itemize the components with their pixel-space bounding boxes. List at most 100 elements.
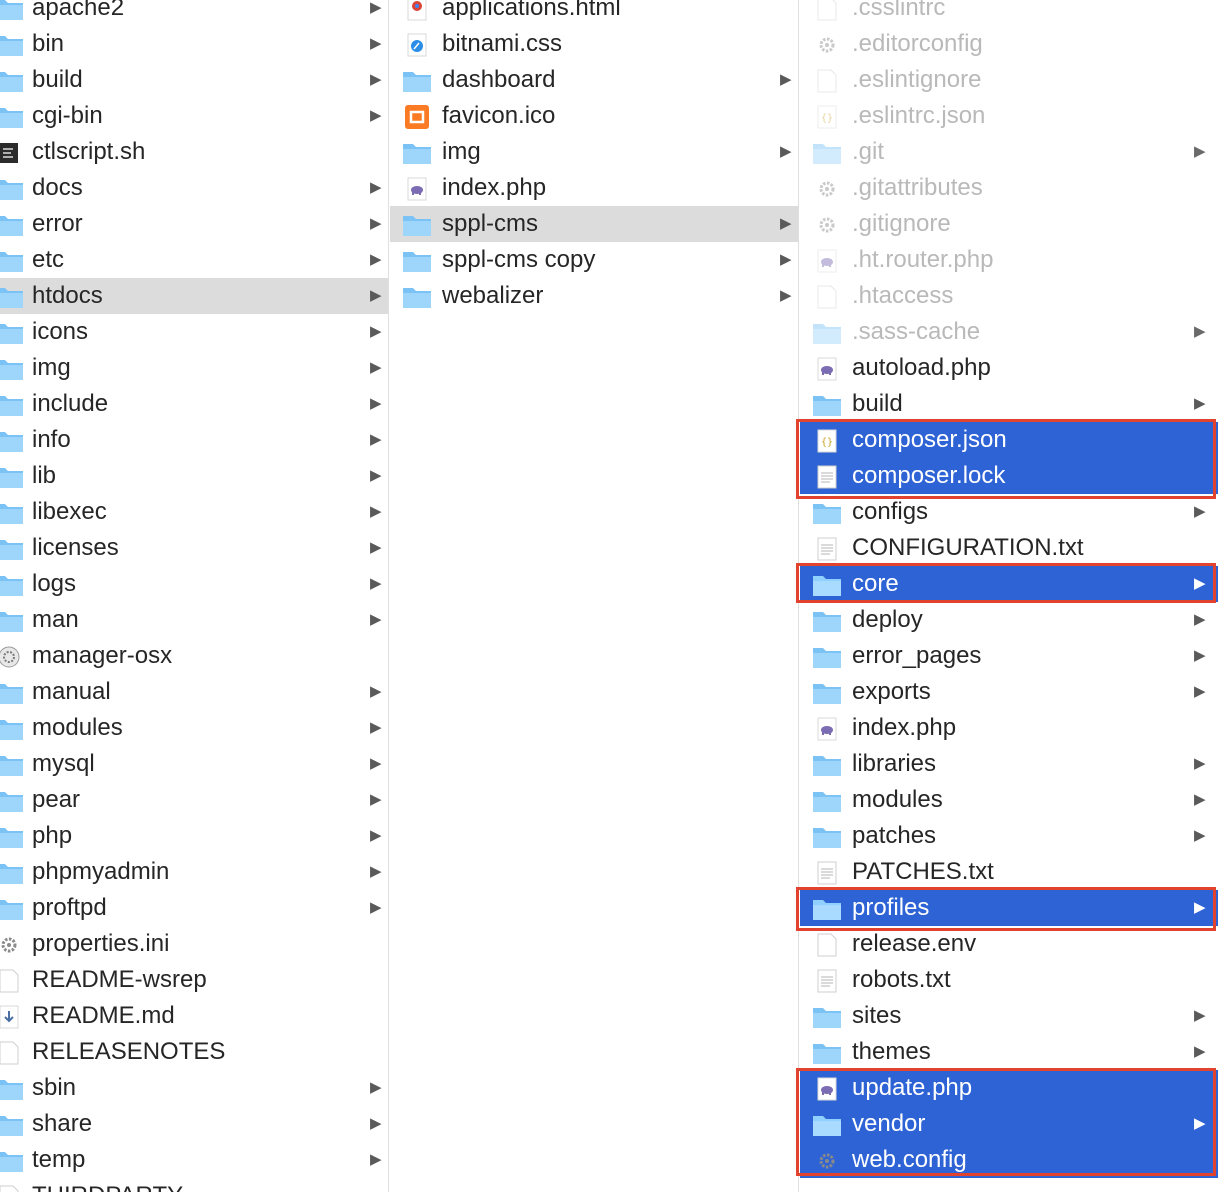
document-icon (0, 1040, 24, 1065)
file-row[interactable]: .gitattributes (800, 170, 1218, 206)
file-row[interactable]: .csslintrc (800, 0, 1218, 26)
file-row[interactable]: deploy ▶ (800, 602, 1218, 638)
column-2: applications.html bitnami.css dashboard ▶ fa… (390, 0, 798, 1192)
file-row[interactable]: include ▶ (0, 386, 388, 422)
file-row[interactable]: apache2 ▶ (0, 0, 388, 26)
file-row[interactable]: core ▶ (800, 566, 1218, 602)
file-row[interactable]: phpmyadmin ▶ (0, 854, 388, 890)
file-row[interactable]: composer.lock (800, 458, 1218, 494)
file-row[interactable]: php ▶ (0, 818, 388, 854)
file-row[interactable]: build ▶ (0, 62, 388, 98)
file-row[interactable]: update.php (800, 1070, 1218, 1106)
file-row[interactable]: release.env (800, 926, 1218, 962)
file-name: sppl-cms copy (442, 246, 596, 273)
file-name: robots.txt (852, 966, 951, 993)
file-row[interactable]: bin ▶ (0, 26, 388, 62)
file-row[interactable]: patches ▶ (800, 818, 1218, 854)
file-row[interactable]: lib ▶ (0, 458, 388, 494)
file-row[interactable]: autoload.php (800, 350, 1218, 386)
file-row[interactable]: mysql ▶ (0, 746, 388, 782)
file-row[interactable]: profiles ▶ (800, 890, 1218, 926)
disclosure-arrow-icon: ▶ (370, 107, 382, 124)
file-row[interactable]: proftpd ▶ (0, 890, 388, 926)
file-row[interactable]: docs ▶ (0, 170, 388, 206)
file-name: bitnami.css (442, 30, 563, 57)
file-row[interactable]: error ▶ (0, 206, 388, 242)
file-row[interactable]: sppl-cms copy ▶ (390, 242, 798, 278)
file-row[interactable]: dashboard ▶ (390, 62, 798, 98)
file-row[interactable]: index.php (800, 710, 1218, 746)
file-row[interactable]: .gitignore (800, 206, 1218, 242)
file-row[interactable]: img ▶ (0, 350, 388, 386)
file-name: PATCHES.txt (852, 858, 994, 885)
file-row[interactable]: error_pages ▶ (800, 638, 1218, 674)
script-icon (0, 140, 24, 164)
file-row[interactable]: htdocs ▶ (0, 278, 388, 314)
file-row[interactable]: webalizer ▶ (390, 278, 798, 314)
file-row[interactable]: share ▶ (0, 1106, 388, 1142)
file-row[interactable]: manager-osx (0, 638, 388, 674)
file-row[interactable]: man ▶ (0, 602, 388, 638)
file-row[interactable]: README-wsrep (0, 962, 388, 998)
file-row[interactable]: configs ▶ (800, 494, 1218, 530)
folder-icon (0, 32, 24, 56)
file-name: ctlscript.sh (32, 138, 146, 165)
file-row[interactable]: README.md (0, 998, 388, 1034)
file-name: themes (852, 1038, 931, 1065)
file-row[interactable]: ctlscript.sh (0, 134, 388, 170)
file-row[interactable]: .ht.router.php (800, 242, 1218, 278)
folder-icon (0, 68, 24, 92)
file-row[interactable]: logs ▶ (0, 566, 388, 602)
file-row[interactable]: index.php (390, 170, 798, 206)
file-row[interactable]: build ▶ (800, 386, 1218, 422)
folder-icon (812, 608, 842, 632)
file-row[interactable]: PATCHES.txt (800, 854, 1218, 890)
file-row[interactable]: favicon.ico (390, 98, 798, 134)
file-row[interactable]: sbin ▶ (0, 1070, 388, 1106)
column-divider[interactable] (388, 0, 389, 1192)
disclosure-arrow-icon: ▶ (780, 251, 792, 268)
file-row[interactable]: .htaccess (800, 278, 1218, 314)
file-row[interactable]: .git ▶ (800, 134, 1218, 170)
file-row[interactable]: web.config (800, 1142, 1218, 1178)
file-row[interactable]: libexec ▶ (0, 494, 388, 530)
file-row[interactable]: vendor ▶ (800, 1106, 1218, 1142)
file-row[interactable]: .sass-cache ▶ (800, 314, 1218, 350)
folder-icon (402, 284, 432, 308)
file-row[interactable]: RELEASENOTES (0, 1034, 388, 1070)
file-row[interactable]: img ▶ (390, 134, 798, 170)
file-row[interactable]: applications.html (390, 0, 798, 26)
folder-icon (812, 320, 842, 344)
file-row[interactable]: manual ▶ (0, 674, 388, 710)
file-row[interactable]: cgi-bin ▶ (0, 98, 388, 134)
disclosure-arrow-icon: ▶ (370, 395, 382, 412)
file-row[interactable]: {} composer.json (800, 422, 1218, 458)
file-row[interactable]: .editorconfig (800, 26, 1218, 62)
file-row[interactable]: THIRDPARTY (0, 1178, 388, 1192)
file-row[interactable]: {} .eslintrc.json (800, 98, 1218, 134)
file-row[interactable]: etc ▶ (0, 242, 388, 278)
file-row[interactable]: modules ▶ (800, 782, 1218, 818)
file-row[interactable]: modules ▶ (0, 710, 388, 746)
file-row[interactable]: temp ▶ (0, 1142, 388, 1178)
disclosure-arrow-icon: ▶ (780, 71, 792, 88)
file-name: update.php (852, 1074, 973, 1101)
document-icon (812, 932, 842, 957)
file-row[interactable]: info ▶ (0, 422, 388, 458)
file-row[interactable]: libraries ▶ (800, 746, 1218, 782)
disclosure-arrow-icon: ▶ (370, 575, 382, 592)
file-row[interactable]: CONFIGURATION.txt (800, 530, 1218, 566)
file-row[interactable]: sppl-cms ▶ (390, 206, 798, 242)
file-row[interactable]: pear ▶ (0, 782, 388, 818)
column-divider[interactable] (798, 0, 799, 1192)
file-row[interactable]: properties.ini (0, 926, 388, 962)
file-row[interactable]: exports ▶ (800, 674, 1218, 710)
file-row[interactable]: .eslintignore (800, 62, 1218, 98)
file-name: properties.ini (32, 930, 170, 957)
file-row[interactable]: bitnami.css (390, 26, 798, 62)
file-row[interactable]: themes ▶ (800, 1034, 1218, 1070)
file-row[interactable]: robots.txt (800, 962, 1218, 998)
file-row[interactable]: licenses ▶ (0, 530, 388, 566)
file-row[interactable]: sites ▶ (800, 998, 1218, 1034)
file-row[interactable]: icons ▶ (0, 314, 388, 350)
